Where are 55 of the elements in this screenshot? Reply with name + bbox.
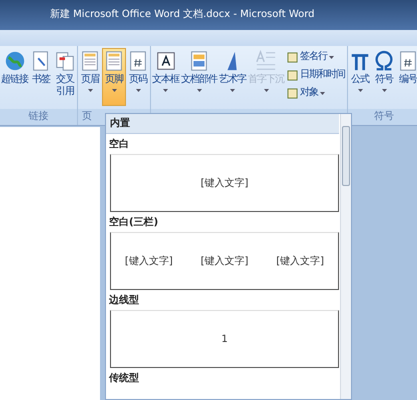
document-icon xyxy=(103,50,125,72)
caret-icon xyxy=(136,89,140,92)
ribbon-small-button[interactable]: 签名行 xyxy=(287,50,345,64)
section-title: 传统型 xyxy=(108,372,140,386)
group-label: 页 xyxy=(82,111,92,122)
footer-preview[interactable]: 1 xyxy=(110,310,339,368)
caret-icon xyxy=(329,56,334,58)
caret-icon xyxy=(196,89,202,92)
ribbon-button[interactable]: 文本框 xyxy=(151,48,180,106)
document-icon xyxy=(79,50,101,72)
caret-icon xyxy=(88,89,92,92)
document-parts-icon xyxy=(188,50,210,72)
caret-icon xyxy=(264,89,268,92)
caret-icon xyxy=(320,92,325,94)
section-title: 空白(三栏) xyxy=(108,216,160,230)
placeholder-text: [键入文字] xyxy=(200,176,248,190)
globe-icon xyxy=(4,50,26,72)
ribbon-button[interactable]: 编号 xyxy=(396,48,417,106)
footer-preview[interactable]: [键入文字] xyxy=(110,154,339,212)
placeholder-text: [键入文字] xyxy=(276,254,324,268)
page-number-icon xyxy=(127,50,149,72)
footer-preview[interactable]: [键入文字] [键入文字] [键入文字] xyxy=(110,232,339,290)
placeholder-text: 1 xyxy=(221,332,228,346)
drop-cap-icon xyxy=(255,50,277,72)
ribbon-button[interactable]: 超链接 xyxy=(0,48,29,106)
text-box-icon xyxy=(154,50,176,72)
omega-icon xyxy=(373,50,395,72)
group-label: 符号 xyxy=(374,111,394,122)
window-title: 新建 Microsoft Office Word 文档.docx - Microsoft Word xyxy=(50,9,315,20)
caret-icon xyxy=(358,89,362,92)
ribbon-button[interactable]: 交叉引用 xyxy=(53,48,77,106)
scrollbar[interactable] xyxy=(340,114,351,399)
ribbon-button[interactable]: 页眉 xyxy=(78,48,102,106)
caret-icon xyxy=(382,89,386,92)
scrollbar-thumb[interactable] xyxy=(342,126,350,186)
ribbon-small-button[interactable]: 日期和时间 xyxy=(287,68,345,82)
placeholder-text: [键入文字] xyxy=(124,254,173,268)
section-title: 边线型 xyxy=(108,294,140,308)
caret-icon xyxy=(163,89,168,92)
section-title: 空白 xyxy=(108,138,130,152)
ribbon-button[interactable]: 页脚 xyxy=(102,48,126,106)
ribbon-button[interactable]: 书签 xyxy=(29,48,53,106)
caret-icon xyxy=(230,89,235,92)
ribbon-small-button[interactable]: 对象 xyxy=(287,86,345,100)
ribbon-button[interactable]: 页码 xyxy=(126,48,150,106)
cross-reference-icon xyxy=(54,50,76,72)
ribbon-button[interactable]: 公式 xyxy=(348,48,372,106)
group-label: 链接 xyxy=(28,111,48,122)
ribbon-button[interactable]: 文档部件 xyxy=(180,48,218,106)
caret-icon xyxy=(112,89,116,92)
ribbon-button[interactable]: 符号 xyxy=(372,48,396,106)
placeholder-text: [键入文字] xyxy=(200,254,248,268)
ribbon-button[interactable]: 艺术字 xyxy=(218,48,247,106)
page-number-icon xyxy=(397,50,417,72)
gallery-heading: 内置 xyxy=(110,118,130,129)
